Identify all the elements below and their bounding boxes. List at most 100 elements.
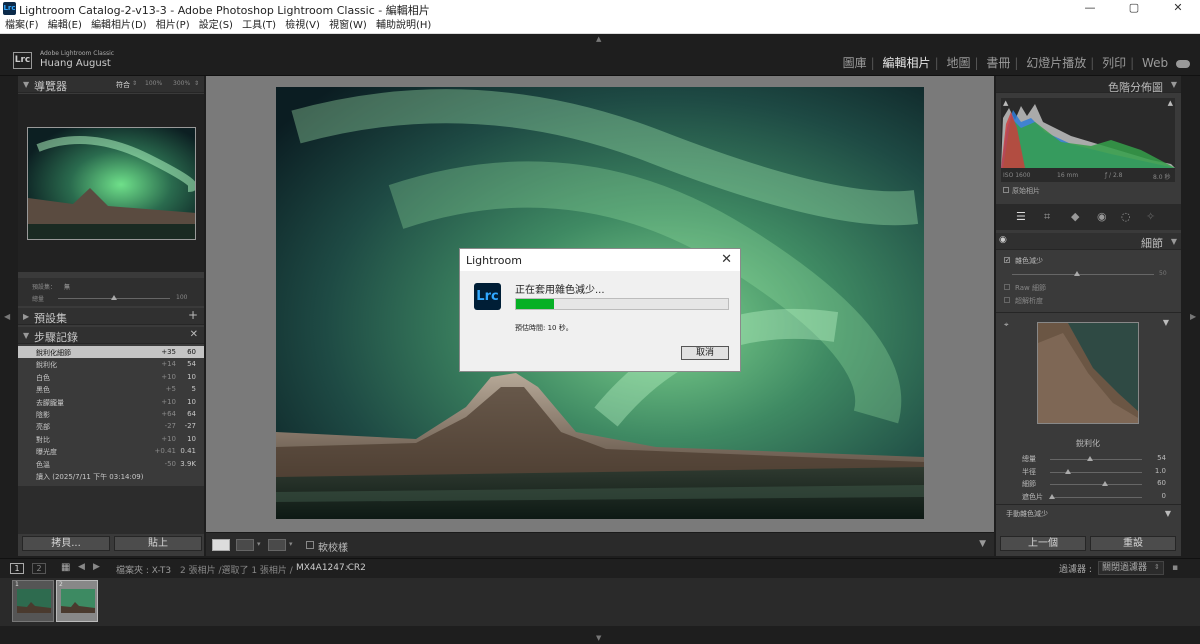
history-item[interactable]: 黑色 +5 5 xyxy=(18,383,204,395)
module-web[interactable]: Web xyxy=(1142,56,1168,70)
filmstrip-thumb-2[interactable]: 2 xyxy=(56,580,98,622)
history-item[interactable]: 白色 +10 10 xyxy=(18,371,204,383)
reset-button[interactable]: 重設 xyxy=(1090,536,1176,551)
shadow-clip-icon[interactable]: ▲ xyxy=(1003,99,1008,107)
filmstrip-thumb-1[interactable]: 1 xyxy=(12,580,54,622)
before-after-icon[interactable] xyxy=(236,539,254,551)
menu-file[interactable]: 檔案(F) xyxy=(5,18,39,33)
denoise-checkbox[interactable]: ✓ xyxy=(1004,257,1010,264)
detail-header[interactable]: ◉ 細節 ▼ xyxy=(996,233,1181,250)
bottom-panel-toggle[interactable]: ▼ xyxy=(0,626,1200,644)
sharpen-slider[interactable] xyxy=(1050,484,1142,485)
sharpen-slider[interactable] xyxy=(1050,459,1142,460)
cancel-button[interactable]: 取消 xyxy=(681,346,729,360)
right-panel-toggle-icon[interactable]: ▶ xyxy=(1190,312,1196,321)
dropdown-arrow-icon[interactable]: ▾ xyxy=(289,540,293,548)
copy-button[interactable]: 拷貝... xyxy=(22,536,110,551)
sharpen-slider-knob[interactable] xyxy=(1102,481,1109,486)
module-library[interactable]: 圖庫 xyxy=(843,56,867,70)
module-print[interactable]: 列印 xyxy=(1102,56,1126,70)
sharpen-slider-knob[interactable] xyxy=(1065,468,1072,474)
super-resolution-checkbox[interactable] xyxy=(1004,297,1010,303)
menu-tools[interactable]: 工具(T) xyxy=(242,18,276,33)
menu-help[interactable]: 輔助說明(H) xyxy=(376,18,431,33)
zoom-fit[interactable]: 符合 xyxy=(116,80,130,90)
history-item[interactable]: 銳利化 +14 54 xyxy=(18,358,204,370)
history-item[interactable]: 色溫 -50 3.9K xyxy=(18,458,204,470)
menu-view[interactable]: 檢視(V) xyxy=(285,18,320,33)
sharpen-slider[interactable] xyxy=(1050,471,1142,473)
zoom-100[interactable]: 100% xyxy=(145,80,162,87)
denoise-slider-knob[interactable] xyxy=(1074,271,1080,276)
module-develop[interactable]: 編輯相片 xyxy=(883,56,931,70)
highlight-clip-icon[interactable]: ▲ xyxy=(1168,99,1173,107)
preview-menu-icon[interactable]: ▼ xyxy=(1163,318,1169,327)
amount-slider-knob[interactable] xyxy=(111,295,117,300)
maximize-button[interactable]: ▢ xyxy=(1112,1,1156,17)
crop-icon[interactable]: ⌗ xyxy=(1044,210,1050,224)
navigator-thumbnail[interactable] xyxy=(27,127,196,240)
page2-button[interactable]: 2 xyxy=(32,563,46,574)
menu-edit[interactable]: 編輯(E) xyxy=(48,18,82,33)
histogram-header[interactable]: 色階分佈圖 ▼ xyxy=(996,76,1181,94)
file-name[interactable]: MX4A1247.CR2 xyxy=(296,563,366,573)
toolbar-menu-icon[interactable]: ▼ xyxy=(979,539,986,549)
navigator-preview[interactable] xyxy=(18,94,204,272)
filter-lock-icon[interactable]: ▪ xyxy=(1172,563,1178,573)
original-photo-checkbox[interactable] xyxy=(1003,187,1009,193)
denoise-amount-slider[interactable] xyxy=(1012,274,1154,275)
dialog-close-icon[interactable]: ✕ xyxy=(721,252,732,267)
cloud-icon[interactable] xyxy=(1176,59,1190,68)
menu-settings[interactable]: 設定(S) xyxy=(199,18,233,33)
histogram[interactable]: ▲ ▲ ISO 1600 16 mm ƒ / 2.8 8.0 秒 xyxy=(1001,98,1175,182)
filter-stepper-icon[interactable]: ⇕ xyxy=(1154,563,1160,571)
menu-photo[interactable]: 相片(P) xyxy=(156,18,190,33)
history-item[interactable]: 讀入 (2025/7/11 下午 03:14:09) xyxy=(18,470,204,482)
history-item[interactable]: 銳利化細節 +35 60 xyxy=(18,346,204,359)
add-preset-icon[interactable]: + xyxy=(188,308,198,322)
dropdown-arrow-icon[interactable]: ▾ xyxy=(257,540,261,548)
minimize-button[interactable]: — xyxy=(1068,1,1112,17)
forward-arrow-icon[interactable]: ▶ xyxy=(93,562,100,572)
history-header[interactable]: ▼ 步驟記錄 ✕ xyxy=(18,327,204,344)
manual-denoise-menu-icon[interactable]: ▼ xyxy=(1165,509,1171,518)
menu-window[interactable]: 視窗(W) xyxy=(329,18,367,33)
previous-button[interactable]: 上一個 xyxy=(1000,536,1086,551)
folder-info[interactable]: 檔案夾 : X-T3 xyxy=(116,563,171,576)
module-slideshow[interactable]: 幻燈片播放 xyxy=(1026,56,1086,70)
paste-button[interactable]: 貼上 xyxy=(114,536,202,551)
detail-preview[interactable] xyxy=(1037,322,1139,424)
sharpen-slider-knob[interactable] xyxy=(1086,456,1093,461)
raw-detail-checkbox[interactable] xyxy=(1004,284,1010,290)
eraser-icon[interactable]: ◆ xyxy=(1071,210,1079,223)
manual-denoise-label[interactable]: 手動雜色減少 xyxy=(1006,509,1048,519)
back-arrow-icon[interactable]: ◀ xyxy=(78,562,85,572)
close-window-button[interactable]: ✕ xyxy=(1156,1,1200,17)
left-panel-toggle-icon[interactable]: ◀ xyxy=(4,312,10,321)
yy-compare-icon[interactable] xyxy=(268,539,286,551)
redeye-icon[interactable]: ◉ xyxy=(1097,210,1107,223)
module-book[interactable]: 書冊 xyxy=(986,56,1010,70)
mask-icon[interactable]: ◌ xyxy=(1121,210,1131,223)
top-panel-toggle[interactable]: ▲ xyxy=(0,34,1200,44)
history-item[interactable]: 亮部 -27 -27 xyxy=(18,420,204,432)
history-item[interactable]: 對比 +10 10 xyxy=(18,433,204,445)
sharpen-slider-knob[interactable] xyxy=(1048,493,1055,499)
clear-history-icon[interactable]: ✕ xyxy=(190,329,198,340)
module-map[interactable]: 地圖 xyxy=(946,56,970,70)
history-item[interactable]: 陰影 +64 64 xyxy=(18,408,204,420)
softproof-checkbox[interactable] xyxy=(306,541,314,549)
loupe-view-icon[interactable] xyxy=(212,539,230,551)
page1-button[interactable]: 1 xyxy=(10,563,24,574)
target-icon[interactable]: ⌖ xyxy=(1004,320,1009,330)
file-menu-icon[interactable]: ▾ xyxy=(346,563,350,571)
presets-tool-icon[interactable]: ✧ xyxy=(1146,210,1155,223)
edit-sliders-icon[interactable]: ☰ xyxy=(1016,210,1026,223)
sharpen-slider[interactable] xyxy=(1050,496,1142,498)
grid-icon[interactable]: ▦ xyxy=(61,562,70,573)
visibility-eye-icon[interactable]: ◉ xyxy=(999,235,1007,245)
zoom-300[interactable]: 300% xyxy=(173,80,190,87)
history-item[interactable]: 去朦朧量 +10 10 xyxy=(18,396,204,408)
menu-develop[interactable]: 編輯相片(D) xyxy=(91,18,147,33)
history-item[interactable]: 曝光度 +0.41 0.41 xyxy=(18,445,204,457)
